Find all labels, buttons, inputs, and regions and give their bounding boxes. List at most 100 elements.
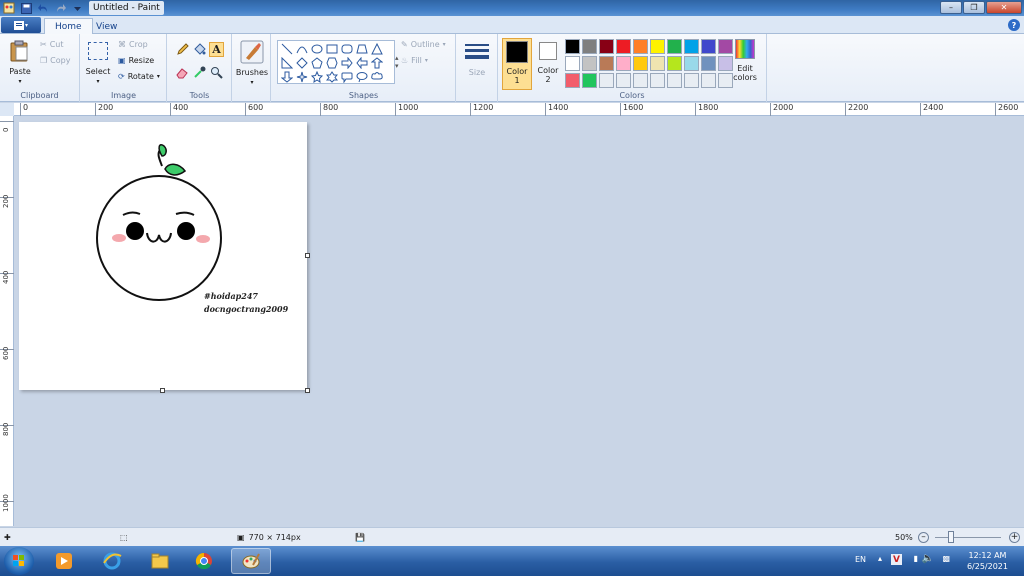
five-point-star-shape-icon[interactable] — [310, 70, 324, 84]
rotate-button[interactable]: ⟳ Rotate ▾ — [118, 72, 160, 81]
four-point-star-shape-icon[interactable] — [295, 70, 309, 84]
shapes-scroll-icon[interactable]: ▴ ▾ — [395, 54, 399, 70]
palette-color-15[interactable] — [650, 56, 665, 71]
right-arrow-shape-icon[interactable] — [340, 56, 354, 70]
close-button[interactable]: ✕ — [986, 1, 1022, 14]
zoom-slider-track[interactable] — [935, 537, 1001, 538]
taskbar-media-player[interactable] — [44, 548, 84, 574]
resize-handle-bottom[interactable] — [160, 388, 165, 393]
language-indicator[interactable]: EN — [855, 555, 866, 564]
resize-button[interactable]: ▣ Resize — [118, 56, 154, 65]
left-arrow-shape-icon[interactable] — [355, 56, 369, 70]
device-icon[interactable]: ▮ — [914, 554, 918, 563]
palette-color-21[interactable] — [582, 73, 597, 88]
fill-bucket-icon[interactable] — [192, 42, 207, 57]
palette-color-11[interactable] — [582, 56, 597, 71]
six-point-star-shape-icon[interactable] — [325, 70, 339, 84]
zoom-out-button[interactable]: – — [918, 532, 929, 543]
cloud-callout-shape-icon[interactable] — [370, 70, 384, 84]
up-arrow-shape-icon[interactable] — [370, 56, 384, 70]
triangle-shape-icon[interactable] — [370, 42, 384, 56]
palette-color-0[interactable] — [565, 39, 580, 54]
palette-color-22[interactable] — [599, 73, 614, 88]
copy-button[interactable]: ❐ Copy — [40, 56, 70, 65]
palette-color-18[interactable] — [701, 56, 716, 71]
palette-color-14[interactable] — [633, 56, 648, 71]
file-menu-button[interactable] — [1, 17, 41, 33]
palette-color-2[interactable] — [599, 39, 614, 54]
taskbar-paint[interactable] — [231, 548, 271, 574]
palette-color-1[interactable] — [582, 39, 597, 54]
paint-app-icon[interactable] — [3, 2, 15, 14]
tab-view[interactable]: View — [86, 18, 127, 35]
color2-selector[interactable]: Color 2 — [533, 38, 563, 90]
palette-color-3[interactable] — [616, 39, 631, 54]
edit-colors-button[interactable]: Edit colors — [733, 39, 757, 82]
resize-handle-corner[interactable] — [305, 388, 310, 393]
minimize-button[interactable]: – — [940, 1, 962, 14]
palette-color-12[interactable] — [599, 56, 614, 71]
zoom-in-button[interactable]: + — [1009, 532, 1020, 543]
palette-color-7[interactable] — [684, 39, 699, 54]
select-button[interactable]: Select ▾ — [85, 40, 111, 90]
color1-selector[interactable]: Color 1 — [502, 38, 532, 90]
palette-color-29[interactable] — [718, 73, 733, 88]
taskbar-file-explorer[interactable] — [140, 548, 180, 574]
network-signal-icon[interactable]: ▩ — [942, 554, 950, 563]
start-button[interactable] — [4, 547, 34, 575]
oval-shape-icon[interactable] — [310, 42, 324, 56]
magnifier-icon[interactable] — [209, 65, 224, 80]
paste-button[interactable]: Paste ▾ — [6, 40, 34, 90]
outline-button[interactable]: ✎ Outline ▾ — [401, 40, 446, 49]
palette-color-25[interactable] — [650, 73, 665, 88]
line-shape-icon[interactable] — [280, 42, 294, 56]
palette-color-20[interactable] — [565, 73, 580, 88]
zoom-slider-thumb[interactable] — [948, 531, 954, 543]
palette-color-16[interactable] — [667, 56, 682, 71]
oval-callout-shape-icon[interactable] — [355, 70, 369, 84]
brushes-button[interactable]: Brushes ▾ — [235, 40, 269, 90]
hexagon-shape-icon[interactable] — [325, 56, 339, 70]
rounded-rectangle-shape-icon[interactable] — [340, 42, 354, 56]
show-hidden-icons-icon[interactable]: ▴ — [878, 554, 882, 563]
palette-color-8[interactable] — [701, 39, 716, 54]
cut-button[interactable]: ✂ Cut — [40, 40, 64, 49]
antivirus-icon[interactable]: V — [891, 554, 902, 565]
pencil-icon[interactable] — [175, 42, 190, 57]
eraser-icon[interactable] — [175, 65, 190, 80]
palette-color-27[interactable] — [684, 73, 699, 88]
palette-color-28[interactable] — [701, 73, 716, 88]
save-icon[interactable] — [20, 2, 32, 14]
palette-color-9[interactable] — [718, 39, 733, 54]
customize-qat-icon[interactable] — [71, 2, 83, 14]
right-triangle-shape-icon[interactable] — [280, 56, 294, 70]
restore-button[interactable]: ❐ — [963, 1, 985, 14]
fill-button[interactable]: ♨ Fill ▾ — [401, 56, 428, 65]
palette-color-23[interactable] — [616, 73, 631, 88]
size-button[interactable]: Size — [462, 40, 492, 100]
palette-color-4[interactable] — [633, 39, 648, 54]
resize-handle-right[interactable] — [305, 253, 310, 258]
palette-color-5[interactable] — [650, 39, 665, 54]
taskbar-internet-explorer[interactable] — [92, 548, 132, 574]
help-icon[interactable]: ? — [1008, 19, 1020, 31]
rectangle-shape-icon[interactable] — [325, 42, 339, 56]
system-clock[interactable]: 12:12 AM 6/25/2021 — [967, 550, 1008, 572]
curve-shape-icon[interactable] — [295, 42, 309, 56]
palette-color-17[interactable] — [684, 56, 699, 71]
down-arrow-shape-icon[interactable] — [280, 70, 294, 84]
palette-color-19[interactable] — [718, 56, 733, 71]
palette-color-24[interactable] — [633, 73, 648, 88]
taskbar-chrome[interactable] — [184, 548, 224, 574]
pentagon-shape-icon[interactable] — [310, 56, 324, 70]
palette-color-13[interactable] — [616, 56, 631, 71]
color-picker-icon[interactable] — [192, 65, 207, 80]
drawing-canvas[interactable]: #hoidap247 docngoctrang2009 — [19, 122, 310, 393]
rounded-callout-shape-icon[interactable] — [340, 70, 354, 84]
redo-icon[interactable] — [54, 2, 66, 14]
palette-color-26[interactable] — [667, 73, 682, 88]
volume-icon[interactable]: 🔈 — [922, 553, 934, 564]
crop-button[interactable]: ⌘ Crop — [118, 40, 148, 49]
diamond-shape-icon[interactable] — [295, 56, 309, 70]
palette-color-10[interactable] — [565, 56, 580, 71]
